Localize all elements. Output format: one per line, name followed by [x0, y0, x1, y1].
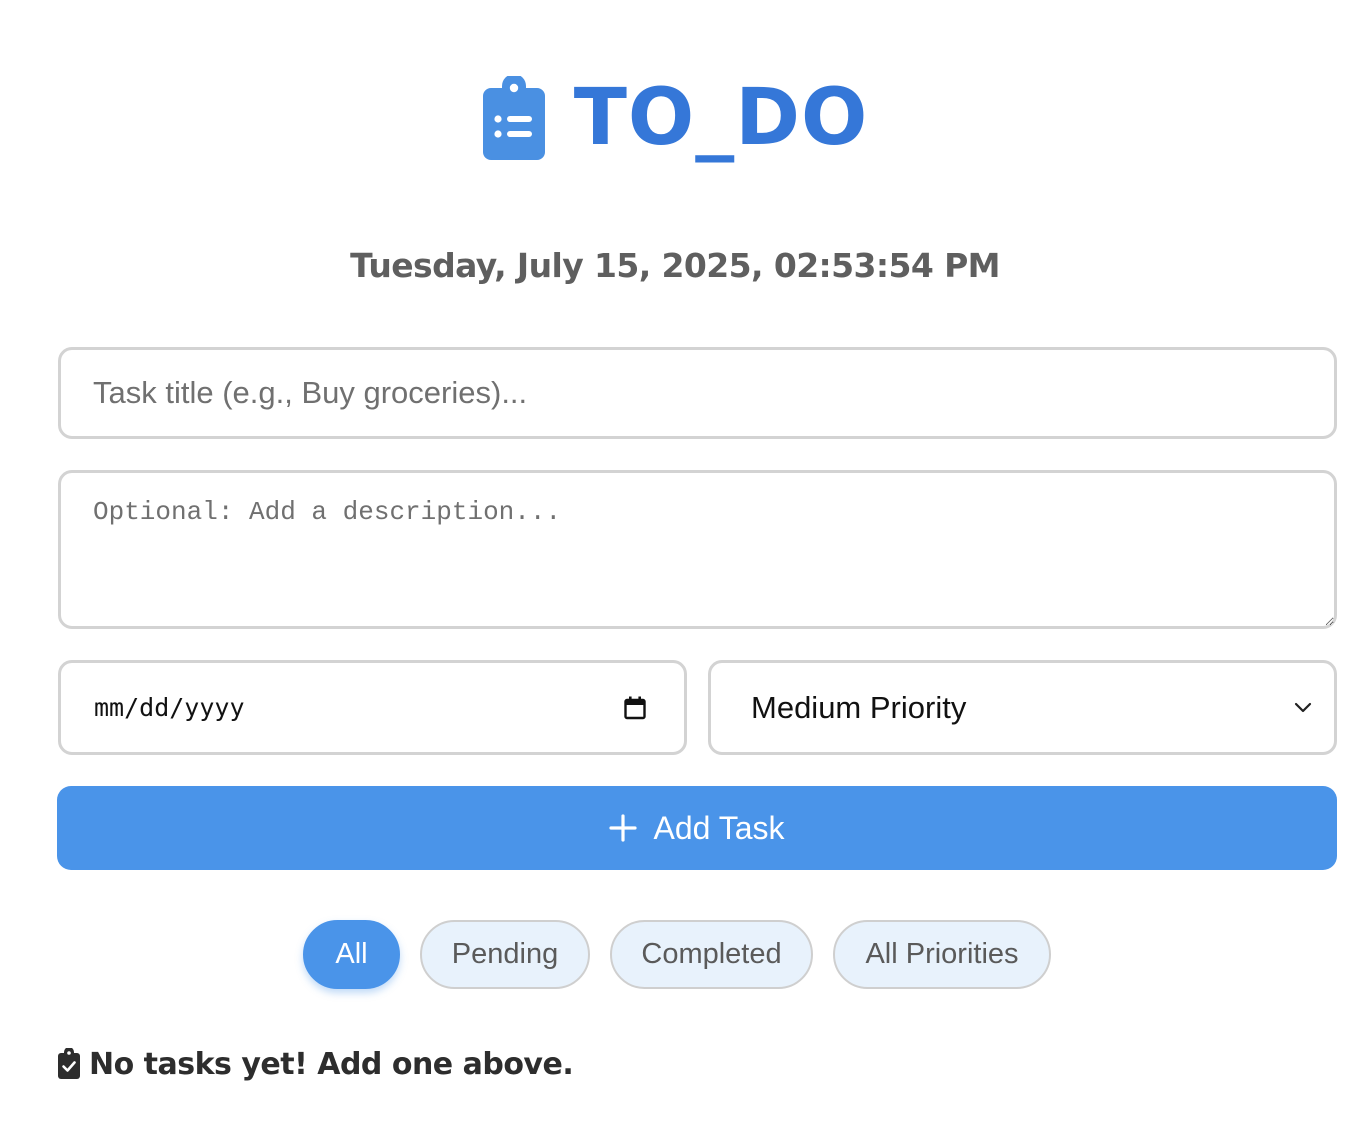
due-date-input[interactable]: mm/dd/yyyy — [58, 660, 687, 755]
filter-priorities-button[interactable]: All Priorities — [833, 920, 1051, 989]
filter-pending-button[interactable]: Pending — [420, 920, 590, 989]
empty-state-message: No tasks yet! Add one above. — [89, 1046, 574, 1082]
priority-selected-value: Medium Priority — [751, 689, 967, 725]
filter-completed-button[interactable]: Completed — [610, 920, 813, 989]
date-placeholder: mm/dd/yyyy — [94, 693, 245, 722]
current-datetime: Tuesday, July 15, 2025, 02:53:54 PM — [350, 246, 1000, 285]
add-task-button[interactable]: Add Task — [57, 786, 1337, 870]
add-task-label: Add Task — [653, 809, 785, 846]
filter-all-button[interactable]: All — [303, 920, 400, 989]
calendar-icon[interactable] — [624, 696, 646, 720]
plus-icon — [609, 814, 638, 842]
empty-state: No tasks yet! Add one above. — [57, 1044, 574, 1084]
app-header: TO_DO — [0, 70, 1350, 165]
filter-bar: All Pending Completed All Priorities — [0, 920, 1350, 990]
task-description-input[interactable] — [58, 470, 1337, 629]
task-title-input[interactable] — [58, 347, 1337, 439]
clipboard-check-icon — [58, 1048, 80, 1079]
chevron-down-icon — [1294, 702, 1312, 712]
priority-select[interactable]: Medium Priority — [708, 660, 1337, 755]
todo-app: TO_DO Tuesday, July 15, 2025, 02:53:54 P… — [0, 0, 1350, 1132]
app-title: TO_DO — [573, 72, 869, 163]
clipboard-list-icon — [482, 75, 545, 160]
